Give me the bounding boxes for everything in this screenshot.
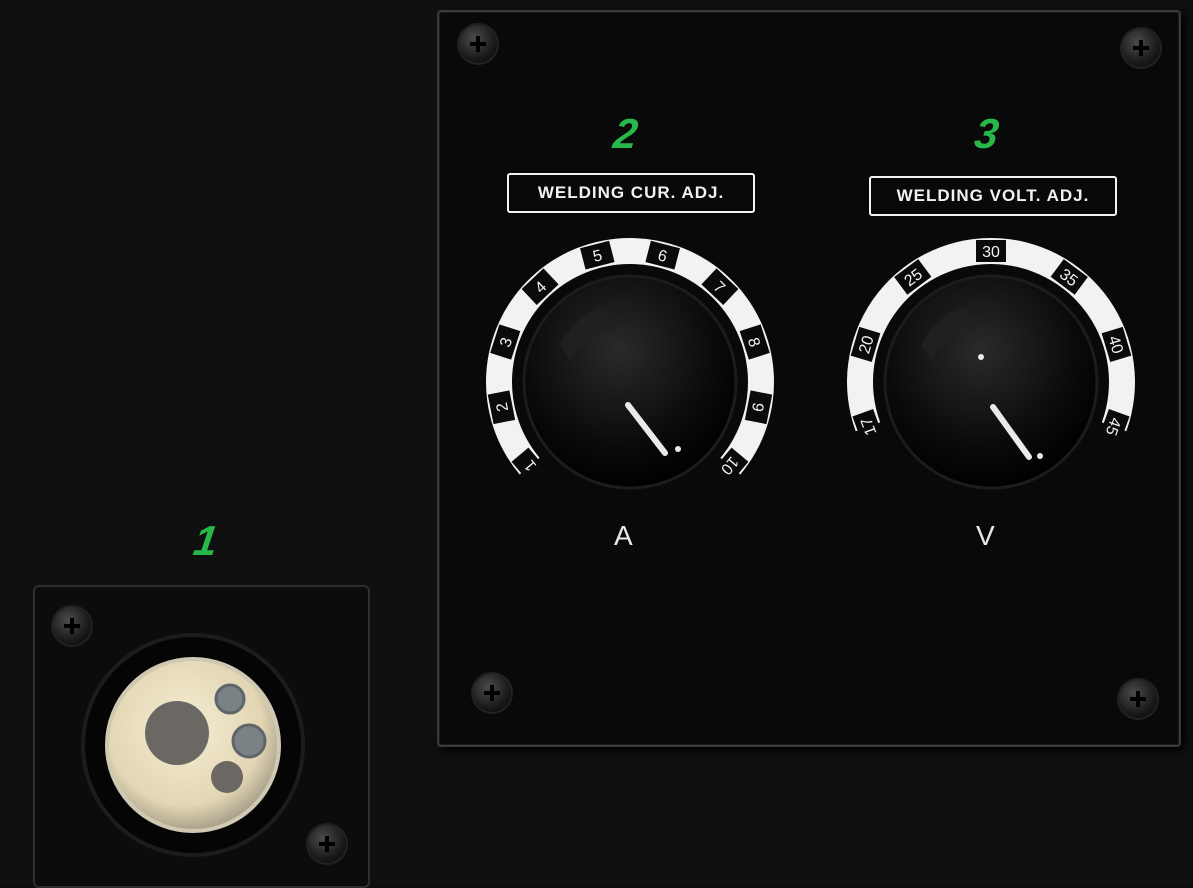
voltage-scale-mark: 30 bbox=[982, 244, 1000, 261]
screw-icon bbox=[459, 25, 497, 63]
voltage-unit: V bbox=[976, 520, 995, 551]
current-adjust-label: WELDING CUR. ADJ. bbox=[507, 173, 755, 213]
screw-icon bbox=[1122, 29, 1160, 67]
socket-main-pin bbox=[145, 701, 209, 765]
torch-socket[interactable] bbox=[65, 615, 325, 875]
voltage-knob-body[interactable] bbox=[883, 274, 1099, 490]
socket-pin bbox=[211, 761, 243, 793]
current-knob[interactable]: 12345 678910 bbox=[480, 235, 780, 535]
socket-pin bbox=[214, 683, 246, 715]
voltage-knob[interactable]: 17202530354045 bbox=[841, 235, 1141, 535]
screw-icon bbox=[1119, 680, 1157, 718]
current-unit: A bbox=[614, 520, 633, 551]
current-knob-body[interactable] bbox=[522, 274, 738, 490]
socket-pin bbox=[231, 723, 267, 759]
voltage-adjust-label: WELDING VOLT. ADJ. bbox=[869, 176, 1117, 216]
screw-icon bbox=[473, 674, 511, 712]
